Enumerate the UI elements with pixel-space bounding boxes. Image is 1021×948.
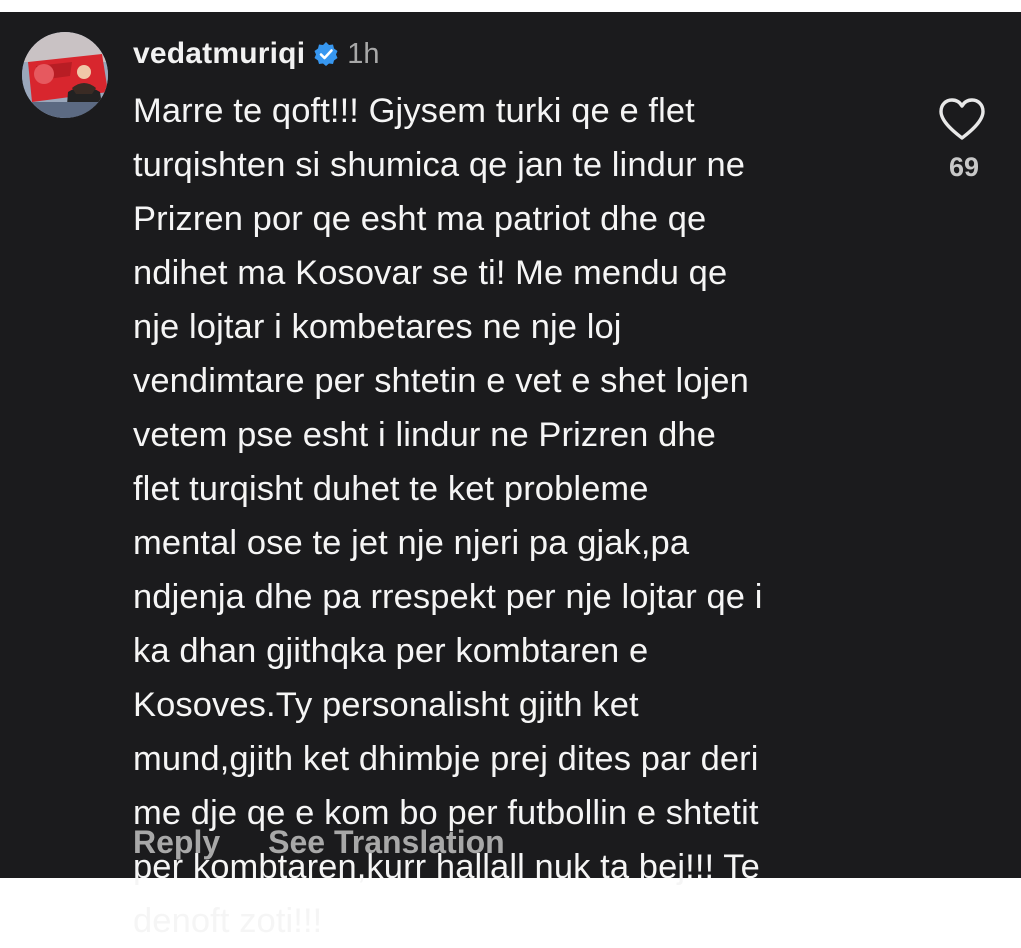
like-button[interactable] bbox=[937, 96, 987, 142]
comment-line: mund,gjith ket dhimbje prej dites par de… bbox=[133, 740, 759, 778]
comment-line: turqishten si shumica qe jan te lindur n… bbox=[133, 146, 746, 184]
comment-line: denoft zoti!!! bbox=[133, 902, 323, 940]
comment-line: mental ose te jet nje njeri pa gjak,pa bbox=[133, 524, 690, 562]
comment-line: vetem pse esht i lindur ne Prizren dhe bbox=[133, 416, 716, 454]
comment-line: vendimtare per shtetin e vet e shet loje… bbox=[133, 362, 749, 400]
comment-line: Marre te qoft!!! Gjysem turki qe e flet bbox=[133, 92, 695, 130]
see-translation-button[interactable]: See Translation bbox=[268, 824, 505, 861]
comment-line: ndjenja dhe pa rrespekt per nje lojtar q… bbox=[133, 578, 763, 616]
comment-timestamp: 1h bbox=[347, 37, 380, 70]
avatar[interactable] bbox=[22, 32, 108, 118]
comment-text: Marre te qoft!!! Gjysem turki qe e flet … bbox=[133, 84, 893, 948]
like-count: 69 bbox=[948, 152, 980, 182]
username-link[interactable]: vedatmuriqi bbox=[133, 37, 305, 71]
comment-line: Kosoves.Ty personalisht gjith ket bbox=[133, 686, 639, 724]
comment-card: vedatmuriqi 1h Marre te qoft!!! Gjysem t… bbox=[0, 12, 1021, 940]
comment-line: flet turqisht duhet te ket probleme bbox=[133, 470, 649, 508]
reply-button[interactable]: Reply bbox=[133, 824, 220, 861]
heart-icon bbox=[939, 98, 985, 140]
comment-line: ndihet ma Kosovar se ti! Me mendu qe bbox=[133, 254, 728, 292]
comment-line: ka dhan gjithqka per kombtaren e bbox=[133, 632, 649, 670]
comment-actions: Reply See Translation bbox=[133, 824, 505, 861]
verified-badge-icon bbox=[313, 41, 339, 67]
comment-line: nje lojtar i kombetares ne nje loj bbox=[133, 308, 622, 346]
comment-header: vedatmuriqi 1h bbox=[133, 34, 380, 74]
comment-line: Prizren por qe esht ma patriot dhe qe bbox=[133, 200, 707, 238]
